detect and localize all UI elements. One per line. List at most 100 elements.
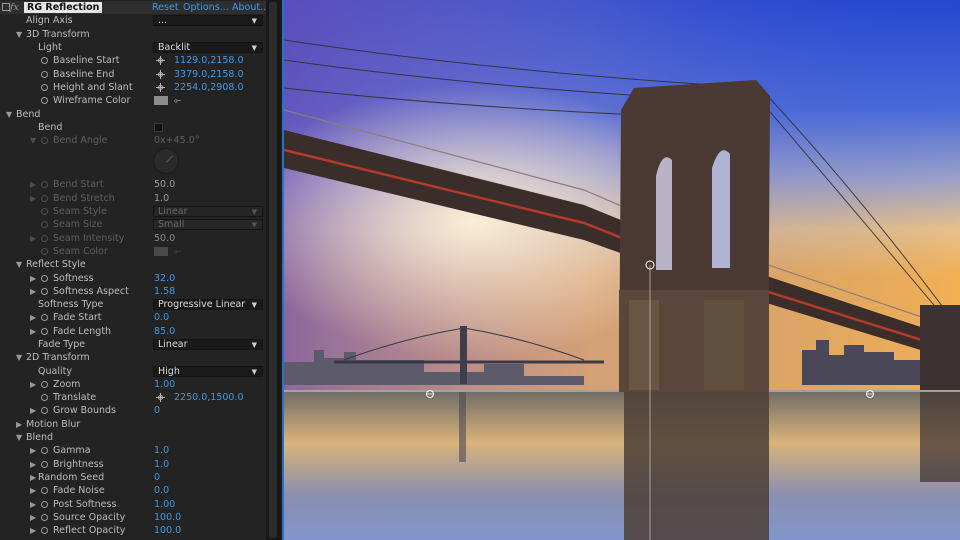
quality-dropdown[interactable]: High ▼ [153,366,263,377]
disclosure-closed-icon[interactable]: ▶ [30,285,36,298]
stopwatch-icon[interactable] [41,381,48,388]
stopwatch-icon[interactable] [41,235,48,242]
baseline-start-value[interactable]: 1129.0,2158.0 [174,54,244,67]
effect-name[interactable]: RG Reflection [24,2,103,13]
disclosure-open-icon[interactable]: ▼ [16,431,22,444]
softness-aspect-value[interactable]: 1.58 [154,285,175,298]
scrollbar-thumb[interactable] [269,2,277,538]
disclosure-closed-icon[interactable]: ▶ [30,484,36,497]
disclosure-open-icon[interactable]: ▼ [6,108,12,121]
crosshair-icon[interactable] [156,56,165,65]
disclosure-closed-icon[interactable]: ▶ [30,232,36,245]
seam-style-dropdown[interactable]: Linear ▼ [153,206,263,217]
baseline-end-value[interactable]: 3379.0,2158.0 [174,68,244,81]
eyedropper-icon[interactable]: ⟜ [174,95,181,108]
fade-type-dropdown[interactable]: Linear ▼ [153,339,263,350]
about-link[interactable]: About... [232,1,266,14]
stopwatch-icon[interactable] [41,394,48,401]
disclosure-open-icon[interactable]: ▼ [16,258,22,271]
stopwatch-icon[interactable] [41,195,48,202]
seam-size-dropdown[interactable]: Small ▼ [153,219,263,230]
group-3d-transform[interactable]: ▼ 3D Transform [0,28,266,41]
color-swatch[interactable] [154,247,168,256]
post-softness-value[interactable]: 1.00 [154,498,175,511]
disclosure-closed-icon[interactable]: ▶ [30,192,36,205]
disclosure-closed-icon[interactable]: ▶ [30,311,36,324]
group-label: Reflect Style [26,259,86,270]
stopwatch-icon[interactable] [41,208,48,215]
stopwatch-icon[interactable] [41,275,48,282]
group-blend[interactable]: ▼ Blend [0,431,266,444]
stopwatch-icon[interactable] [41,407,48,414]
stopwatch-icon[interactable] [41,221,48,228]
align-axis-dropdown[interactable]: ... ▼ [153,15,263,26]
stopwatch-icon[interactable] [41,501,48,508]
disclosure-closed-icon[interactable]: ▶ [30,178,36,191]
gamma-value[interactable]: 1.0 [154,444,169,457]
stopwatch-icon[interactable] [41,137,48,144]
fx-icon[interactable]: fx [10,1,19,14]
disclosure-open-icon[interactable]: ▼ [16,351,22,364]
light-dropdown[interactable]: Backlit ▼ [153,42,263,53]
fade-length-value[interactable]: 85.0 [154,325,175,338]
stopwatch-icon[interactable] [41,527,48,534]
stopwatch-icon[interactable] [41,84,48,91]
group-motion-blur[interactable]: ▶ Motion Blur [0,418,266,431]
random-seed-value[interactable]: 0 [154,471,160,484]
brightness-value[interactable]: 1.0 [154,458,169,471]
reflect-opacity-value[interactable]: 100.0 [154,524,181,537]
source-opacity-value[interactable]: 100.0 [154,511,181,524]
crosshair-icon[interactable] [156,393,165,402]
stopwatch-icon[interactable] [41,514,48,521]
disclosure-closed-icon[interactable]: ▶ [16,418,22,431]
disclosure-closed-icon[interactable]: ▶ [30,471,36,484]
disclosure-closed-icon[interactable]: ▶ [30,511,36,524]
stopwatch-icon[interactable] [41,57,48,64]
disclosure-closed-icon[interactable]: ▶ [30,444,36,457]
softness-type-dropdown[interactable]: Progressive Linear ▼ [153,299,263,310]
composition-viewer[interactable] [282,0,960,540]
color-swatch[interactable] [154,96,168,105]
fade-start-value[interactable]: 0.0 [154,311,169,324]
group-2d-transform[interactable]: ▼ 2D Transform [0,351,266,364]
disclosure-closed-icon[interactable]: ▶ [30,498,36,511]
seam-intensity-value[interactable]: 50.0 [154,232,175,245]
disclosure-open-icon[interactable]: ▼ [30,134,36,147]
disclosure-closed-icon[interactable]: ▶ [30,272,36,285]
fade-noise-value[interactable]: 0.0 [154,484,169,497]
stopwatch-icon[interactable] [41,328,48,335]
options-link[interactable]: Options... [183,1,229,14]
group-reflect-style[interactable]: ▼ Reflect Style [0,258,266,271]
zoom-value[interactable]: 1.00 [154,378,175,391]
softness-value[interactable]: 32.0 [154,272,175,285]
stopwatch-icon[interactable] [41,447,48,454]
stopwatch-icon[interactable] [41,288,48,295]
translate-value[interactable]: 2250.0,1500.0 [174,391,244,404]
bend-checkbox[interactable] [154,123,163,132]
stopwatch-icon[interactable] [41,314,48,321]
bend-stretch-value[interactable]: 1.0 [154,192,169,205]
grow-bounds-value[interactable]: 0 [154,404,160,417]
stopwatch-icon[interactable] [41,181,48,188]
height-slant-value[interactable]: 2254.0,2908.0 [174,81,244,94]
disclosure-closed-icon[interactable]: ▶ [30,325,36,338]
disclosure-open-icon[interactable]: ▼ [16,28,22,41]
reset-link[interactable]: Reset [152,1,179,14]
disclosure-closed-icon[interactable]: ▶ [30,404,36,417]
effect-enable-checkbox[interactable] [2,3,10,11]
bend-angle-dial[interactable] [153,148,179,174]
crosshair-icon[interactable] [156,83,165,92]
group-bend[interactable]: ▼ Bend [0,108,266,121]
bend-start-value[interactable]: 50.0 [154,178,175,191]
stopwatch-icon[interactable] [41,71,48,78]
disclosure-closed-icon[interactable]: ▶ [30,458,36,471]
stopwatch-icon[interactable] [41,487,48,494]
bend-angle-value[interactable]: 0x+45.0° [154,134,200,147]
disclosure-closed-icon[interactable]: ▶ [30,524,36,537]
stopwatch-icon[interactable] [41,97,48,104]
crosshair-icon[interactable] [156,70,165,79]
stopwatch-icon[interactable] [41,461,48,468]
disclosure-closed-icon[interactable]: ▶ [30,378,36,391]
stopwatch-icon[interactable] [41,248,48,255]
panel-scrollbar[interactable] [266,0,280,540]
